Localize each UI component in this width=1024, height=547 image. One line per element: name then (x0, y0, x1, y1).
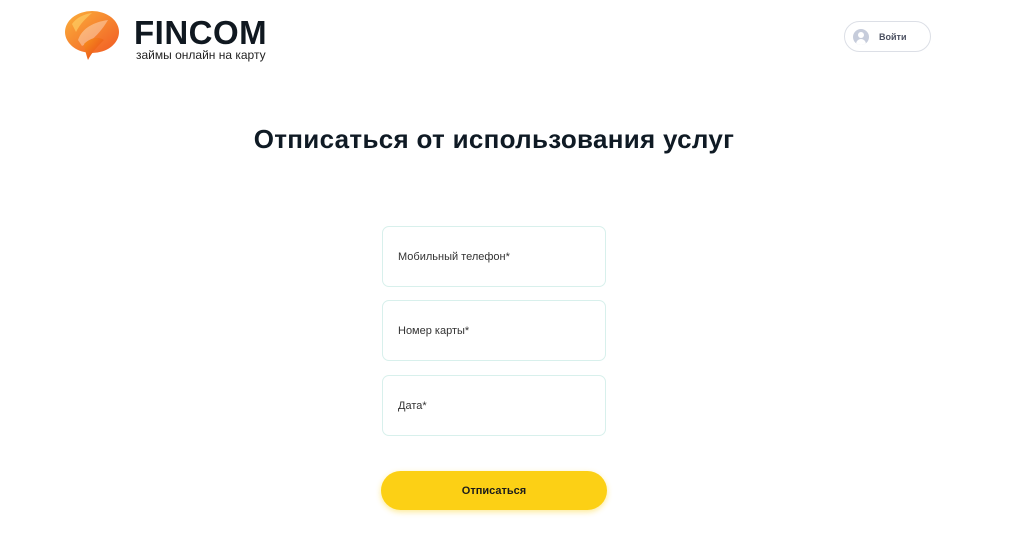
fincom-logo[interactable]: FINCOM займы онлайн на карту (64, 10, 294, 64)
login-button[interactable]: Войти (844, 21, 931, 52)
logo-icon (65, 11, 119, 60)
phone-input[interactable] (383, 227, 605, 286)
unsubscribe-button[interactable]: Отписаться (381, 471, 607, 510)
brand-tagline: займы онлайн на карту (136, 48, 266, 62)
login-label: Войти (879, 31, 907, 42)
card-number-field (382, 300, 606, 361)
date-input[interactable] (383, 376, 605, 435)
page-title: Отписаться от использования услуг (253, 124, 735, 154)
phone-field (382, 226, 606, 287)
brand-name: FINCOM (134, 14, 268, 51)
user-avatar-icon (853, 28, 869, 45)
card-number-input[interactable] (383, 301, 605, 360)
date-field (382, 375, 606, 436)
